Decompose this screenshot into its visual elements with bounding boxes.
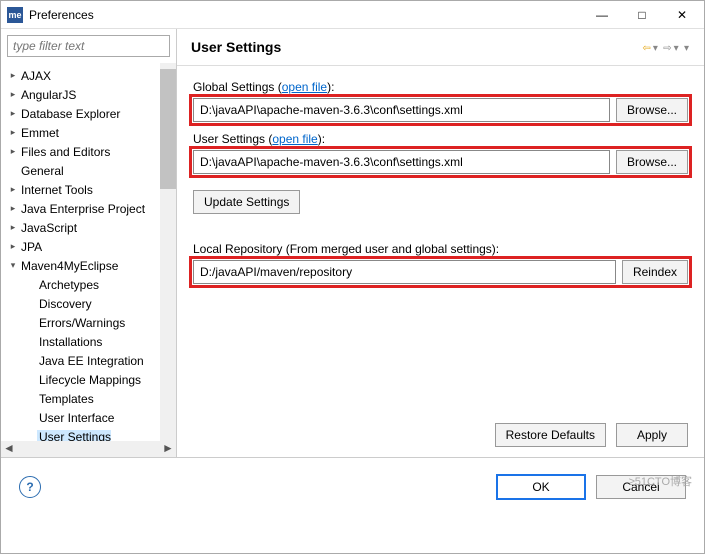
tree-item[interactable]: ▸Java Enterprise Project xyxy=(1,199,176,218)
dialog-footer: ? OK Cancel xyxy=(1,457,704,515)
tree-item[interactable]: User Settings xyxy=(1,427,176,441)
filter-box xyxy=(7,35,170,57)
nav-back-menu-icon[interactable]: ▾ xyxy=(653,43,658,54)
update-settings-button[interactable]: Update Settings xyxy=(193,190,300,214)
page-title: User Settings xyxy=(191,39,641,55)
tree-hscroll[interactable]: ◄ ► xyxy=(1,441,176,457)
tree-item-label: General xyxy=(19,164,64,178)
local-repository-group: Local Repository (From merged user and g… xyxy=(193,242,688,284)
global-browse-button[interactable]: Browse... xyxy=(616,98,688,122)
help-icon[interactable]: ? xyxy=(19,476,41,498)
tree-item[interactable]: ▸AJAX xyxy=(1,66,176,85)
chevron-right-icon[interactable]: ▸ xyxy=(7,146,19,157)
tree-item-label: JPA xyxy=(19,240,42,254)
tree-item-label: Java Enterprise Project xyxy=(19,202,145,216)
tree-item-label: Internet Tools xyxy=(19,183,93,197)
minimize-button[interactable]: — xyxy=(582,2,622,28)
chevron-right-icon[interactable]: ▸ xyxy=(7,89,19,100)
nav-forward-icon[interactable]: ⇨ xyxy=(663,43,671,54)
tree-item-label: Archetypes xyxy=(37,278,99,292)
tree-item-label: Installations xyxy=(37,335,102,349)
tree-item[interactable]: Discovery xyxy=(1,294,176,313)
tree-item[interactable]: Errors/Warnings xyxy=(1,313,176,332)
ok-button[interactable]: OK xyxy=(496,474,586,500)
tree-item[interactable]: Archetypes xyxy=(1,275,176,294)
user-settings-input[interactable] xyxy=(193,150,610,174)
tree-item[interactable]: ▸AngularJS xyxy=(1,85,176,104)
tree-item-label: Java EE Integration xyxy=(37,354,144,368)
tree-item[interactable]: ▸Internet Tools xyxy=(1,180,176,199)
close-button[interactable]: ✕ xyxy=(662,2,702,28)
tree-item[interactable]: Installations xyxy=(1,332,176,351)
global-settings-group: Global Settings (open file): Browse... xyxy=(193,80,688,122)
global-open-file-link[interactable]: open file xyxy=(282,80,327,94)
chevron-right-icon[interactable]: ▸ xyxy=(7,184,19,195)
chevron-right-icon[interactable]: ▸ xyxy=(7,203,19,214)
tree-item-label: JavaScript xyxy=(19,221,77,235)
maximize-button[interactable]: □ xyxy=(622,2,662,28)
chevron-right-icon[interactable]: ▸ xyxy=(7,127,19,138)
tree-item-label: AJAX xyxy=(19,69,51,83)
tree-item-label: Lifecycle Mappings xyxy=(37,373,141,387)
local-repository-input[interactable] xyxy=(193,260,616,284)
app-icon: me xyxy=(7,7,23,23)
tree-item-label: AngularJS xyxy=(19,88,76,102)
nav-menu-icon[interactable]: ▾ xyxy=(684,43,689,54)
tree-item-label: Maven4MyEclipse xyxy=(19,259,118,273)
tree-item-label: Database Explorer xyxy=(19,107,120,121)
local-repository-label: Local Repository (From merged user and g… xyxy=(193,242,688,256)
tree-item-label: User Interface xyxy=(37,411,114,425)
tree-item-label: User Settings xyxy=(37,430,111,442)
restore-defaults-button[interactable]: Restore Defaults xyxy=(495,423,606,447)
reindex-button[interactable]: Reindex xyxy=(622,260,688,284)
chevron-right-icon[interactable]: ▸ xyxy=(7,241,19,252)
scroll-left-icon[interactable]: ◄ xyxy=(1,441,17,457)
nav-back-icon[interactable]: ⇦ xyxy=(642,43,650,54)
window-title: Preferences xyxy=(29,8,582,22)
nav-forward-menu-icon[interactable]: ▾ xyxy=(674,43,679,54)
user-settings-label: User Settings (open file): xyxy=(193,132,688,146)
chevron-right-icon[interactable]: ▸ xyxy=(7,70,19,81)
nav-history: ⇦▾ ⇨▾ ▾ xyxy=(641,40,690,54)
user-open-file-link[interactable]: open file xyxy=(272,132,317,146)
tree-item[interactable]: General xyxy=(1,161,176,180)
watermark: ≥51CTO博客 xyxy=(629,473,692,489)
tree-scroll-thumb[interactable] xyxy=(160,69,176,189)
tree-item[interactable]: ▸JavaScript xyxy=(1,218,176,237)
tree-item[interactable]: User Interface xyxy=(1,408,176,427)
user-browse-button[interactable]: Browse... xyxy=(616,150,688,174)
main-panel: User Settings ⇦▾ ⇨▾ ▾ Global Settings (o… xyxy=(177,29,704,457)
tree-item[interactable]: ▾Maven4MyEclipse xyxy=(1,256,176,275)
sidebar: ▸AJAX▸AngularJS▸Database Explorer▸Emmet▸… xyxy=(1,29,177,457)
preferences-tree[interactable]: ▸AJAX▸AngularJS▸Database Explorer▸Emmet▸… xyxy=(1,63,176,441)
tree-item[interactable]: Java EE Integration xyxy=(1,351,176,370)
title-bar: me Preferences — □ ✕ xyxy=(1,1,704,29)
filter-input[interactable] xyxy=(7,35,170,57)
chevron-down-icon[interactable]: ▾ xyxy=(7,260,19,271)
scroll-right-icon[interactable]: ► xyxy=(160,441,176,457)
tree-item[interactable]: Lifecycle Mappings xyxy=(1,370,176,389)
tree-item[interactable]: ▸JPA xyxy=(1,237,176,256)
global-settings-input[interactable] xyxy=(193,98,610,122)
tree-item-label: Files and Editors xyxy=(19,145,110,159)
chevron-right-icon[interactable]: ▸ xyxy=(7,108,19,119)
tree-item-label: Errors/Warnings xyxy=(37,316,125,330)
apply-button[interactable]: Apply xyxy=(616,423,688,447)
tree-item-label: Discovery xyxy=(37,297,92,311)
tree-item[interactable]: ▸Files and Editors xyxy=(1,142,176,161)
chevron-right-icon[interactable]: ▸ xyxy=(7,222,19,233)
tree-item[interactable]: ▸Database Explorer xyxy=(1,104,176,123)
tree-item-label: Templates xyxy=(37,392,94,406)
tree-scrollbar[interactable] xyxy=(160,63,176,441)
global-settings-label: Global Settings (open file): xyxy=(193,80,688,94)
tree-item-label: Emmet xyxy=(19,126,59,140)
tree-item[interactable]: ▸Emmet xyxy=(1,123,176,142)
user-settings-group: User Settings (open file): Browse... xyxy=(193,132,688,174)
tree-item[interactable]: Templates xyxy=(1,389,176,408)
